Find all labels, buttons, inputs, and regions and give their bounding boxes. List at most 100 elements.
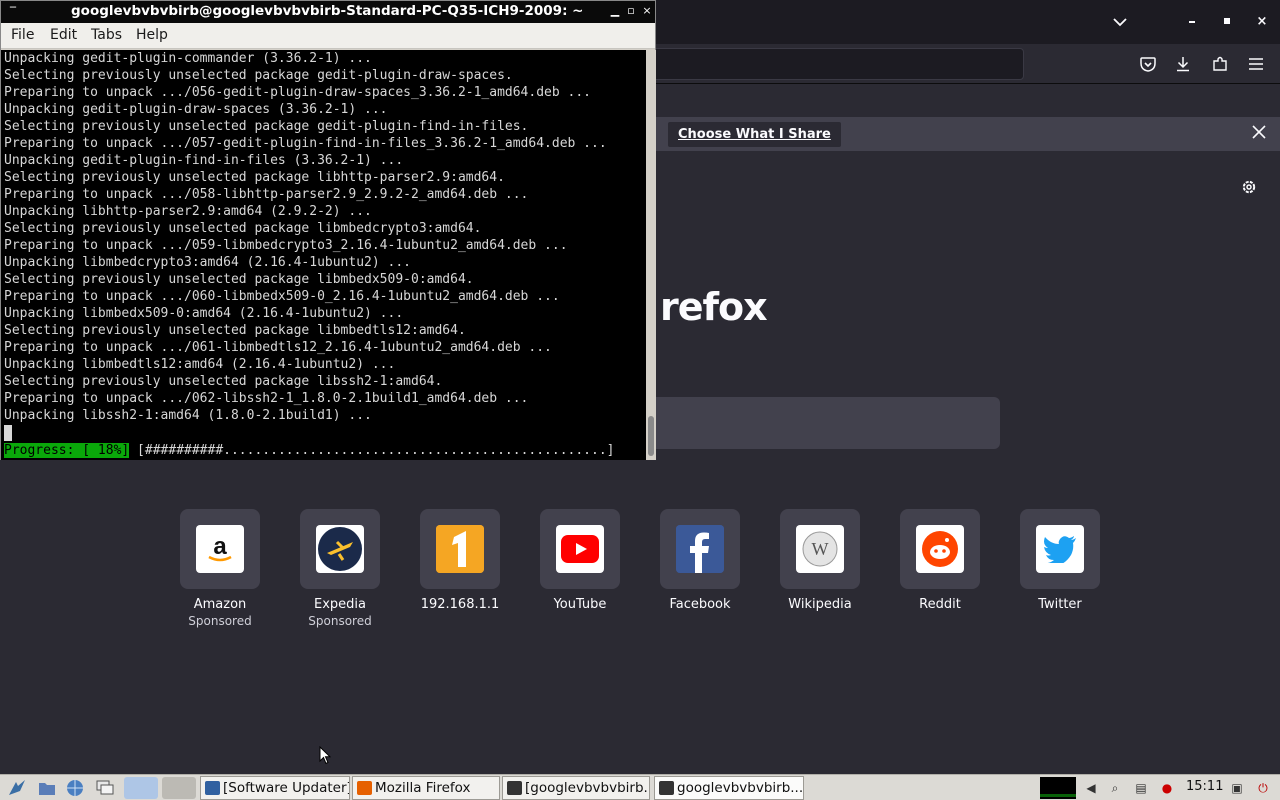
firefox-close-button[interactable]: ×: [1252, 12, 1272, 32]
terminal-line: Selecting previously unselected package …: [4, 170, 505, 185]
launcher-windows[interactable]: [94, 777, 116, 799]
launcher-file-manager[interactable]: [36, 777, 58, 799]
launcher-browser[interactable]: [64, 777, 86, 799]
power-icon[interactable]: ⏻: [1254, 779, 1272, 797]
firefox-maximize-button[interactable]: [1218, 12, 1238, 32]
firefox-icon: [357, 781, 372, 795]
top-site-reddit[interactable]: Reddit: [880, 509, 1000, 613]
top-site-wikipedia[interactable]: W Wikipedia: [760, 509, 880, 613]
terminal-close-button[interactable]: ×: [640, 4, 654, 18]
tile-box[interactable]: [300, 509, 380, 589]
terminal-titlebar[interactable]: ‾ googlevbvbvbirb@googlevbvbvbirb-Standa…: [1, 1, 655, 23]
top-site-youtube[interactable]: YouTube: [520, 509, 640, 613]
amazon-icon: a: [196, 525, 244, 573]
tile-box[interactable]: W: [780, 509, 860, 589]
terminal-title: googlevbvbvbirb@googlevbvbvbirb-Standard…: [71, 3, 584, 19]
taskbar-task-label: googlevbvbvbirb...: [677, 780, 804, 796]
software-updater-icon: [205, 781, 220, 795]
tile-box[interactable]: [420, 509, 500, 589]
terminal-scrollbar[interactable]: [646, 50, 656, 460]
taskbar-task-button[interactable]: Mozilla Firefox: [352, 776, 500, 800]
firefox-minimize-button[interactable]: [1183, 12, 1203, 32]
tile-box[interactable]: [900, 509, 980, 589]
facebook-icon: [676, 525, 724, 573]
progress-label: Progress: [ 18%]: [4, 443, 130, 458]
list-all-tabs-button[interactable]: [1108, 10, 1132, 34]
tile-sponsored-label: Sponsored: [308, 614, 372, 628]
terminal-line: Preparing to unpack .../058-libhttp-pars…: [4, 187, 529, 202]
close-icon: [1252, 125, 1266, 139]
windows-icon: [96, 780, 114, 795]
terminal-output[interactable]: Unpacking gedit-plugin-commander (3.36.2…: [1, 50, 646, 460]
newtab-settings-button[interactable]: [1239, 178, 1259, 198]
tile-box[interactable]: a: [180, 509, 260, 589]
number-one-icon: [436, 525, 484, 573]
terminal-line: Selecting previously unselected package …: [4, 374, 443, 389]
search-tray-icon[interactable]: ⌕: [1106, 779, 1124, 797]
updates-icon[interactable]: ●: [1158, 779, 1176, 797]
tile-box[interactable]: [660, 509, 740, 589]
workspace-2[interactable]: [162, 777, 196, 799]
terminal-line: Selecting previously unselected package …: [4, 119, 529, 134]
terminal-line: Preparing to unpack .../059-libmbedcrypt…: [4, 238, 568, 253]
firefox-wordmark: refox: [660, 285, 768, 329]
choose-what-i-share-button[interactable]: Choose What I Share: [668, 122, 841, 147]
gear-icon: [1242, 180, 1256, 194]
terminal-line: Preparing to unpack .../062-libssh2-1_1.…: [4, 391, 529, 406]
start-menu-button[interactable]: [6, 777, 28, 799]
workspace-1[interactable]: [124, 777, 158, 799]
terminal-window: ‾ googlevbvbvbirb@googlevbvbvbirb-Standa…: [0, 0, 656, 460]
terminal-line: Unpacking gedit-plugin-find-in-files (3.…: [4, 153, 404, 168]
pocket-icon: [1140, 56, 1156, 72]
notification-close-button[interactable]: [1252, 123, 1266, 145]
menu-help[interactable]: Help: [136, 27, 168, 43]
tile-label: Twitter: [1038, 597, 1082, 612]
tile-box[interactable]: [1020, 509, 1100, 589]
top-site-facebook[interactable]: Facebook: [640, 509, 760, 613]
clipboard-icon[interactable]: ▤: [1132, 779, 1150, 797]
terminal-line: Unpacking libmbedx509-0:amd64 (2.16.4-1u…: [4, 306, 404, 321]
svg-text:a: a: [213, 533, 227, 560]
downloads-button[interactable]: [1171, 52, 1195, 76]
lock-screen-icon[interactable]: ▣: [1228, 779, 1246, 797]
terminal-minimize-button[interactable]: ▁: [608, 4, 622, 18]
taskbar-task-label: Mozilla Firefox: [375, 780, 471, 796]
volume-icon[interactable]: ◀: [1082, 779, 1100, 797]
menu-file[interactable]: File: [11, 27, 34, 43]
top-site-expedia[interactable]: Expedia Sponsored: [280, 509, 400, 629]
terminal-line: Unpacking gedit-plugin-commander (3.36.2…: [4, 51, 372, 66]
scrollbar-thumb[interactable]: [648, 416, 654, 456]
twitter-icon: [1036, 525, 1084, 573]
menu-edit[interactable]: Edit: [50, 27, 77, 43]
extensions-button[interactable]: [1208, 52, 1232, 76]
terminal-line: Preparing to unpack .../057-gedit-plugin…: [4, 136, 607, 151]
top-site-twitter[interactable]: Twitter: [1000, 509, 1120, 613]
tile-label: YouTube: [553, 597, 607, 612]
terminal-line: Unpacking gedit-plugin-draw-spaces (3.36…: [4, 102, 388, 117]
share-notification-bar: Choose What I Share: [656, 117, 1280, 151]
app-menu-button[interactable]: [1244, 52, 1268, 76]
download-icon: [1177, 57, 1189, 72]
terminal-lines: Unpacking gedit-plugin-commander (3.36.2…: [4, 50, 607, 424]
lubuntu-logo-icon: [9, 780, 25, 795]
newtab-search-box[interactable]: [656, 397, 1000, 449]
terminal-cursor: [4, 425, 12, 441]
window-menu-icon[interactable]: ‾: [5, 4, 21, 20]
pocket-button[interactable]: [1136, 52, 1160, 76]
terminal-line: Preparing to unpack .../056-gedit-plugin…: [4, 85, 591, 100]
taskbar-task-button[interactable]: googlevbvbvbirb...: [654, 776, 804, 800]
top-site-192-168-1-1[interactable]: 192.168.1.1: [400, 509, 520, 613]
cpu-monitor: [1040, 777, 1076, 799]
tile-label: Wikipedia: [788, 597, 852, 612]
top-site-amazon[interactable]: a Amazon Sponsored: [160, 509, 280, 629]
taskbar-task-button[interactable]: [Software Updater]: [200, 776, 350, 800]
top-sites: a Amazon Sponsored Expedia Sponsored 192.168.…: [0, 509, 1280, 639]
menu-tabs[interactable]: Tabs: [91, 27, 122, 43]
address-bar[interactable]: [600, 48, 1024, 80]
terminal-line: Unpacking libmbedtls12:amd64 (2.16.4-1ub…: [4, 357, 396, 372]
taskbar-task-button[interactable]: [googlevbvbvbirb...: [502, 776, 650, 800]
terminal-menubar: File Edit Tabs Help: [1, 23, 655, 49]
terminal-maximize-button[interactable]: ▫: [624, 4, 638, 18]
tile-box[interactable]: [540, 509, 620, 589]
clock[interactable]: 15:11: [1186, 779, 1223, 794]
